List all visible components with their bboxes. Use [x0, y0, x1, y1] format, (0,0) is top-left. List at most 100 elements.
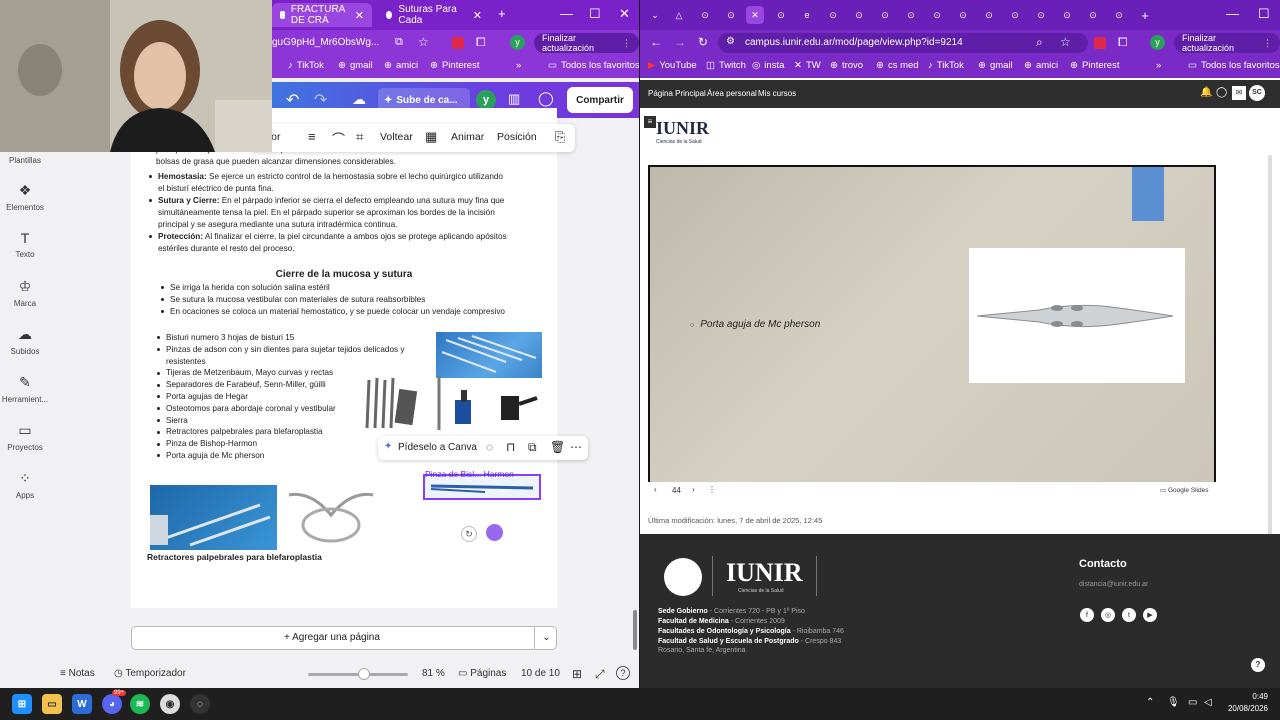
crop-icon[interactable]: ⌗ — [356, 129, 363, 145]
site-info-icon[interactable]: ⚙ — [726, 36, 735, 47]
bookmark-tiktok[interactable]: ♪ TikTok — [928, 60, 964, 71]
forward-icon[interactable]: → — [674, 35, 686, 49]
profile-avatar[interactable]: y — [510, 35, 525, 50]
tab-icon[interactable]: ⊙ — [850, 6, 868, 24]
tab-icon[interactable]: ⊙ — [928, 6, 946, 24]
sidebar-item-templates[interactable]: Plantillas — [0, 156, 50, 165]
translate-icon[interactable]: ⧉ — [395, 36, 403, 49]
next-slide-icon[interactable]: › — [692, 485, 695, 494]
maximize-icon[interactable]: ☐ — [589, 6, 601, 22]
add-page-button[interactable]: + Agregar una página ⌄ — [131, 626, 557, 650]
move-handle-icon[interactable] — [486, 524, 503, 541]
tab-active-close-icon[interactable]: ✕ — [746, 6, 764, 24]
zoom-slider-thumb[interactable] — [358, 668, 370, 680]
sidebar-item-apps[interactable]: ⁘ Apps — [0, 470, 50, 500]
star-icon[interactable]: ☆ — [418, 35, 429, 49]
animate-button[interactable]: Animar — [451, 131, 484, 143]
nav-dashboard[interactable]: Área personal — [707, 89, 757, 98]
bookmarks-overflow-icon[interactable]: » — [1156, 60, 1161, 71]
sidebar-item-projects[interactable]: ▭ Proyectos — [0, 422, 50, 452]
tab-icon[interactable]: ⊙ — [954, 6, 972, 24]
contact-email[interactable]: distancia@iunir.edu.ar — [1079, 581, 1148, 588]
flip-button[interactable]: Voltear — [380, 131, 413, 143]
bookmarks-overflow-icon[interactable]: » — [516, 60, 521, 71]
profile-avatar[interactable]: y — [1150, 35, 1165, 50]
close-icon[interactable]: ✕ — [473, 9, 482, 22]
help-icon[interactable]: ? — [616, 666, 630, 680]
slide-menu-icon[interactable]: ⋮ — [708, 485, 716, 494]
user-avatar[interactable]: SC — [1249, 85, 1265, 101]
youtube-icon[interactable]: ▶ — [1143, 608, 1157, 622]
twitter-icon[interactable]: t — [1122, 608, 1136, 622]
bookmark-insta[interactable]: ◎ insta — [752, 60, 784, 71]
zoom-slider[interactable] — [308, 668, 408, 680]
sidebar-item-brand[interactable]: ♔ Marca — [0, 278, 50, 308]
tab-icon[interactable]: ⊙ — [1110, 6, 1128, 24]
chevron-down-icon[interactable]: ⌄ — [534, 627, 558, 649]
pages-button[interactable]: ▭ Páginas — [458, 668, 506, 679]
url-text[interactable]: guG9pHd_Mr6ObsWg... — [272, 37, 379, 48]
display-icon[interactable]: ▭ — [1188, 697, 1197, 708]
redo-icon[interactable]: ↷ — [314, 90, 327, 110]
url-bar[interactable]: ⚙ campus.iunir.edu.ar/mod/page/view.php?… — [718, 33, 1088, 53]
new-tab-button[interactable]: + — [498, 6, 506, 21]
retractor-blue-image[interactable] — [150, 485, 277, 550]
cloud-icon[interactable]: ☁ — [352, 91, 366, 108]
bookmark-amici[interactable]: ⊕ amici — [384, 60, 418, 71]
extension-icon[interactable] — [452, 37, 464, 49]
tab-icon[interactable]: ⊙ — [772, 6, 790, 24]
sidebar-item-text[interactable]: T Texto — [0, 230, 50, 259]
more-icon[interactable]: ⋯ — [570, 440, 582, 454]
zoom-level[interactable]: 81 % — [422, 668, 445, 679]
bookmark-twitch[interactable]: ◫ Twitch — [706, 60, 746, 71]
bookmark-gmail[interactable]: ⊕ gmail — [978, 60, 1013, 71]
obs-icon[interactable]: ◌ — [190, 694, 210, 714]
transparency-icon[interactable]: ▦ — [425, 129, 437, 145]
sidebar-item-elements[interactable]: ❖ Elementos — [0, 182, 50, 212]
spotify-icon[interactable]: ≋ — [130, 694, 150, 714]
tab-icon[interactable]: ⊙ — [824, 6, 842, 24]
comment-add-icon[interactable]: ◌ — [486, 440, 493, 454]
edge-icon[interactable]: e — [798, 6, 816, 24]
lines-icon[interactable]: ≡ — [308, 129, 316, 144]
bookmark-youtube[interactable]: ▶ YouTube — [648, 60, 697, 71]
retractor-steel-image[interactable] — [281, 485, 381, 550]
finalize-update-button[interactable]: Finalizar actualización ⋮ — [534, 33, 639, 53]
url-text[interactable]: campus.iunir.edu.ar/mod/page/view.php?id… — [745, 37, 963, 48]
word-icon[interactable]: W — [72, 694, 92, 714]
reload-icon[interactable]: ↻ — [698, 35, 708, 49]
undo-icon[interactable]: ↶ — [286, 90, 299, 110]
nav-my-courses[interactable]: Mis cursos — [758, 89, 796, 98]
windows-start-icon[interactable]: ⊞ — [12, 694, 32, 714]
scalpel-image[interactable] — [436, 332, 542, 378]
bookmark-tw[interactable]: ✕ TW — [794, 60, 821, 71]
nav-home[interactable]: Página Principal — [648, 89, 706, 98]
search-icon[interactable]: ⌕ — [1036, 35, 1043, 50]
tab-suturas[interactable]: Suturas Para Cada ✕ — [378, 3, 490, 27]
notes-button[interactable]: ≡ Notas — [60, 668, 95, 679]
close-window-icon[interactable]: ✕ — [619, 6, 630, 22]
new-tab-button[interactable]: + — [1136, 6, 1154, 24]
all-favorites[interactable]: ▭ Todos los favoritos — [548, 60, 639, 71]
tab-icon[interactable]: ⊙ — [902, 6, 920, 24]
bookmark-tiktok[interactable]: ♪ TikTok — [288, 60, 324, 71]
sidebar-item-tools[interactable]: ✎ Herramient... — [0, 374, 50, 404]
chrome-icon[interactable]: ◉ — [160, 694, 180, 714]
bookmark-gmail[interactable]: ⊕ gmail — [338, 60, 373, 71]
microphone-icon[interactable]: 🎙 — [1167, 697, 1180, 708]
facebook-icon[interactable]: f — [1080, 608, 1094, 622]
drawer-toggle-icon[interactable]: ≡ — [644, 116, 656, 128]
minimize-icon[interactable]: — — [1226, 6, 1239, 21]
tab-icon[interactable]: ⊙ — [1058, 6, 1076, 24]
file-explorer-icon[interactable]: ▭ — [42, 694, 62, 714]
sidebar-item-uploads[interactable]: ☁ Subidos — [0, 326, 50, 356]
curve-icon[interactable]: ⌒ — [332, 129, 345, 148]
bookmark-pinterest[interactable]: ⊕ Pinterest — [430, 60, 479, 71]
tab-icon[interactable]: ⊙ — [876, 6, 894, 24]
mail-icon[interactable]: ✉ — [1232, 86, 1246, 100]
scrollbar[interactable] — [633, 610, 637, 650]
extension-icon[interactable] — [1094, 37, 1106, 49]
notifications-icon[interactable]: 🔔 — [1200, 87, 1212, 98]
tab-icon[interactable]: ⊙ — [1084, 6, 1102, 24]
trash-icon[interactable]: 🗑 — [550, 440, 565, 454]
